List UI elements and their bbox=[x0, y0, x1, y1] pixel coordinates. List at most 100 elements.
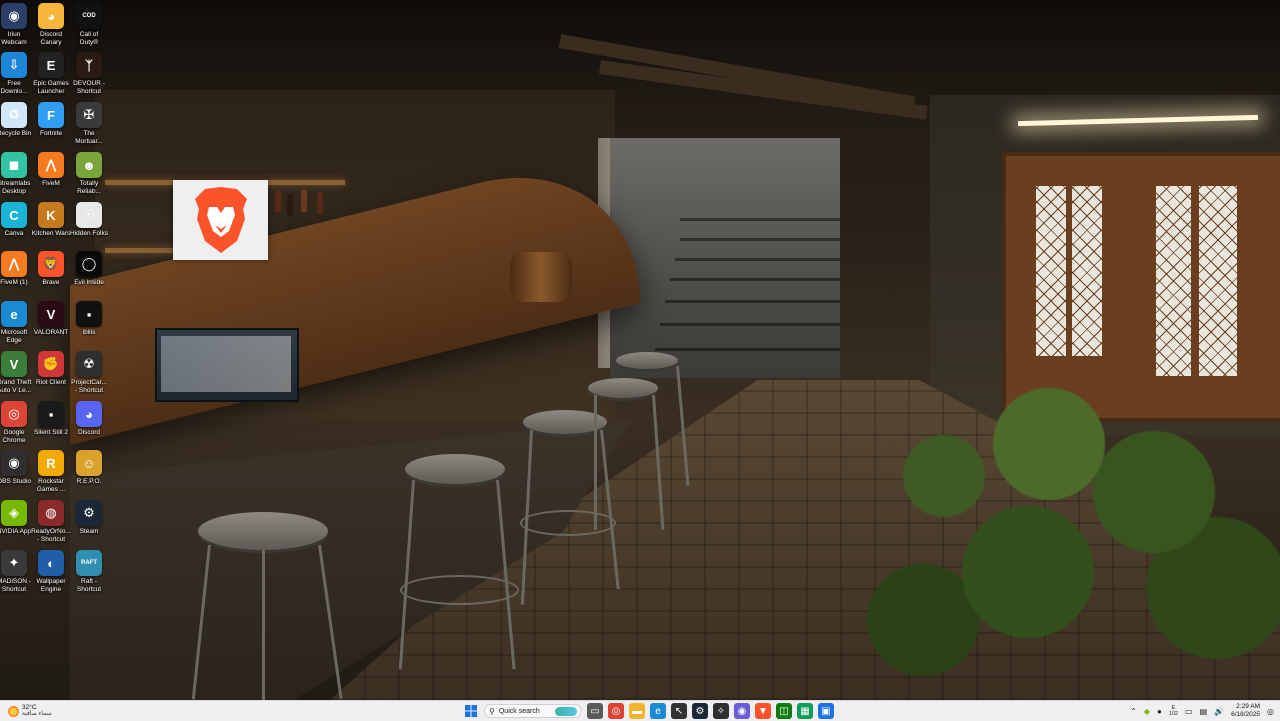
desktop-icon-raft[interactable]: RAFT Raft - Shortcut bbox=[64, 550, 114, 594]
free-download-icon: ⇩ bbox=[1, 52, 27, 78]
desktop-icon-project-car[interactable]: ☢ ProjectCar... - Shortcut bbox=[64, 351, 114, 395]
taskbar-app-file-explorer-icon[interactable]: ▬ bbox=[629, 703, 645, 719]
taskbar-app-remote-icon[interactable]: ▦ bbox=[797, 703, 813, 719]
taskbar-app-obs-icon[interactable]: ◉ bbox=[734, 703, 750, 719]
taskbar-app-cursor-icon[interactable]: ↖ bbox=[671, 703, 687, 719]
fivem-icon: ⋀ bbox=[38, 152, 64, 178]
totally-reliable-icon: ☻ bbox=[76, 152, 102, 178]
search-icon: ⚲ bbox=[489, 706, 495, 716]
wallpaper-stool-seat bbox=[616, 352, 678, 369]
rockstar-games-icon: R bbox=[38, 450, 64, 476]
nvidia-tray-icon[interactable]: ◆ bbox=[1144, 707, 1150, 716]
desktop-icon-call-of-duty[interactable]: COD Call of Duty® bbox=[64, 3, 114, 47]
taskbar-app-media-icon[interactable]: ▣ bbox=[818, 703, 834, 719]
desktop-icon-hidden-folks[interactable]: ☉ Hidden Folks bbox=[64, 202, 114, 238]
windows-logo-icon bbox=[465, 705, 477, 717]
microphone-icon[interactable]: ● bbox=[1157, 707, 1162, 716]
hidden-folks-icon: ☉ bbox=[76, 202, 102, 228]
repo-icon: ☺ bbox=[76, 450, 102, 476]
raft-icon: RAFT bbox=[76, 550, 102, 576]
wallpaper-stool-leg bbox=[600, 429, 620, 590]
taskbar-app-xbox-icon[interactable]: ✧ bbox=[713, 703, 729, 719]
kitchen-wars-icon: K bbox=[38, 202, 64, 228]
wallpaper-stool-ring bbox=[520, 510, 616, 536]
ibilis-icon: ▪ bbox=[76, 301, 102, 327]
desktop-icon-label: Totally Reliab... bbox=[77, 180, 101, 195]
clock-time: 2:29 AM bbox=[1236, 703, 1261, 710]
wallpaper-stool-seat bbox=[198, 512, 328, 550]
weather-condition: سماء صافية bbox=[22, 711, 52, 717]
desktop-icon-discord[interactable]: ◕ Discord bbox=[64, 401, 114, 437]
desktop-icon-repo[interactable]: ☺ R.E.P.O. bbox=[64, 450, 114, 486]
steam-icon: ⚙ bbox=[76, 500, 102, 526]
taskbar-app-xbox-app-icon[interactable]: ◫ bbox=[776, 703, 792, 719]
canva-icon: C bbox=[1, 202, 27, 228]
fortnite-icon: F bbox=[38, 102, 64, 128]
desktop-icon-the-mortuary[interactable]: ✠ The Mortuar... bbox=[64, 102, 114, 146]
taskbar-app-chrome-icon[interactable]: ◎ bbox=[608, 703, 624, 719]
obs-studio-icon: ◉ bbox=[1, 450, 27, 476]
taskbar-app-brave-icon[interactable]: ▼ bbox=[755, 703, 771, 719]
notifications-icon[interactable]: ◎ bbox=[1267, 707, 1274, 716]
riot-client-icon: ✊ bbox=[38, 351, 64, 377]
wallpaper-stool-leg bbox=[496, 479, 516, 670]
desktop-icon-steam[interactable]: ⚙ Steam bbox=[64, 500, 114, 536]
desktop-icon-devour[interactable]: ᛉ DEVOUR - Shortcut bbox=[64, 52, 114, 96]
search-placeholder: Quick search bbox=[498, 707, 540, 715]
keyboard-language-bottom: 102 bbox=[1168, 711, 1178, 717]
taskbar-clock[interactable]: 2:29 AM 6/18/2025 bbox=[1231, 703, 1260, 719]
wallpaper-engine-icon: ◐ bbox=[38, 550, 64, 576]
desktop-icon-label: R.E.P.O. bbox=[76, 478, 102, 485]
taskbar-app-steam-icon[interactable]: ⚙ bbox=[692, 703, 708, 719]
taskbar-search[interactable]: ⚲ Quick search bbox=[484, 704, 582, 718]
show-hidden-icons-chevron-icon[interactable]: ⌃ bbox=[1130, 707, 1137, 716]
keyboard-language-indicator[interactable]: E 102 bbox=[1169, 705, 1178, 717]
weather-text: 32°C سماء صافية bbox=[22, 704, 52, 718]
desktop-icon-label: Discord bbox=[77, 429, 101, 436]
desktop-icon-label: DEVOUR - Shortcut bbox=[73, 80, 105, 95]
desktop: ◉ Iriun Webcam ◕ Discord Canary COD Call of D… bbox=[0, 0, 1280, 700]
weather-widget[interactable]: 32°C سماء صافية bbox=[8, 702, 52, 720]
wallpaper-stool-leg bbox=[676, 365, 690, 486]
taskbar-app-edge-icon[interactable]: e bbox=[650, 703, 666, 719]
gta-v-icon: V bbox=[1, 351, 27, 377]
display-icon[interactable]: ▭ bbox=[1185, 707, 1193, 716]
taskbar: 32°C سماء صافية ⚲ Quick search ▭ ◎ ▬ e ↖ ⚙ ✧ ◉ ▼… bbox=[0, 700, 1280, 721]
desktop-icon-evil-inside[interactable]: ◯ Evil Inside bbox=[64, 251, 114, 287]
google-chrome-icon: ◎ bbox=[1, 401, 27, 427]
call-of-duty-icon: COD bbox=[76, 3, 102, 29]
silent-still-2-icon: ▪ bbox=[38, 401, 64, 427]
wallpaper-stool-seat bbox=[588, 378, 658, 398]
taskbar-center: ⚲ Quick search ▭ ◎ ▬ e ↖ ⚙ ✧ ◉ ▼ ◫ ▦ ▣ bbox=[463, 703, 834, 719]
ready-or-not-icon: ◍ bbox=[38, 500, 64, 526]
wallpaper-stool-leg bbox=[398, 479, 415, 670]
clock-date: 6/18/2025 bbox=[1231, 711, 1261, 718]
fivem-1-icon: ⋀ bbox=[1, 251, 27, 277]
network-icon[interactable]: ▤ bbox=[1200, 707, 1208, 716]
evil-inside-icon: ◯ bbox=[76, 251, 102, 277]
discord-canary-icon: ◕ bbox=[38, 3, 64, 29]
the-mortuary-icon: ✠ bbox=[76, 102, 102, 128]
project-car-icon: ☢ bbox=[76, 351, 102, 377]
brave-icon: 🦁 bbox=[38, 251, 64, 277]
wallpaper-stool-leg bbox=[318, 544, 343, 699]
desktop-icon-label: Call of Duty® bbox=[79, 31, 99, 46]
taskbar-app-task-view-icon[interactable]: ▭ bbox=[587, 703, 603, 719]
system-tray: ⌃ ◆ ● E 102 ▭ ▤ 🔊 2:29 AM 6/18/2025 ◎ bbox=[1130, 702, 1274, 720]
wallpaper-stool-leg bbox=[594, 395, 597, 530]
desktop-icon-label: ibilis bbox=[82, 329, 96, 336]
wallpaper-stool-leg bbox=[652, 394, 665, 530]
start-button[interactable] bbox=[463, 703, 479, 719]
desktop-icon-label: Steam bbox=[79, 528, 99, 535]
desktop-icon-ibilis[interactable]: ▪ ibilis bbox=[64, 301, 114, 337]
epic-games-launcher-icon: E bbox=[38, 52, 64, 78]
microsoft-edge-icon: e bbox=[1, 301, 27, 327]
irium-webcam-icon: ◉ bbox=[1, 3, 27, 29]
wallpaper-brave-sign bbox=[173, 180, 268, 260]
desktop-icon-totally-reliable[interactable]: ☻ Totally Reliab... bbox=[64, 152, 114, 196]
desktop-icon-label: The Mortuar... bbox=[75, 130, 103, 145]
recycle-bin-icon: ♻ bbox=[1, 102, 27, 128]
wallpaper-stool-ring bbox=[400, 575, 519, 605]
volume-icon[interactable]: 🔊 bbox=[1214, 707, 1224, 716]
devour-icon: ᛉ bbox=[76, 52, 102, 78]
